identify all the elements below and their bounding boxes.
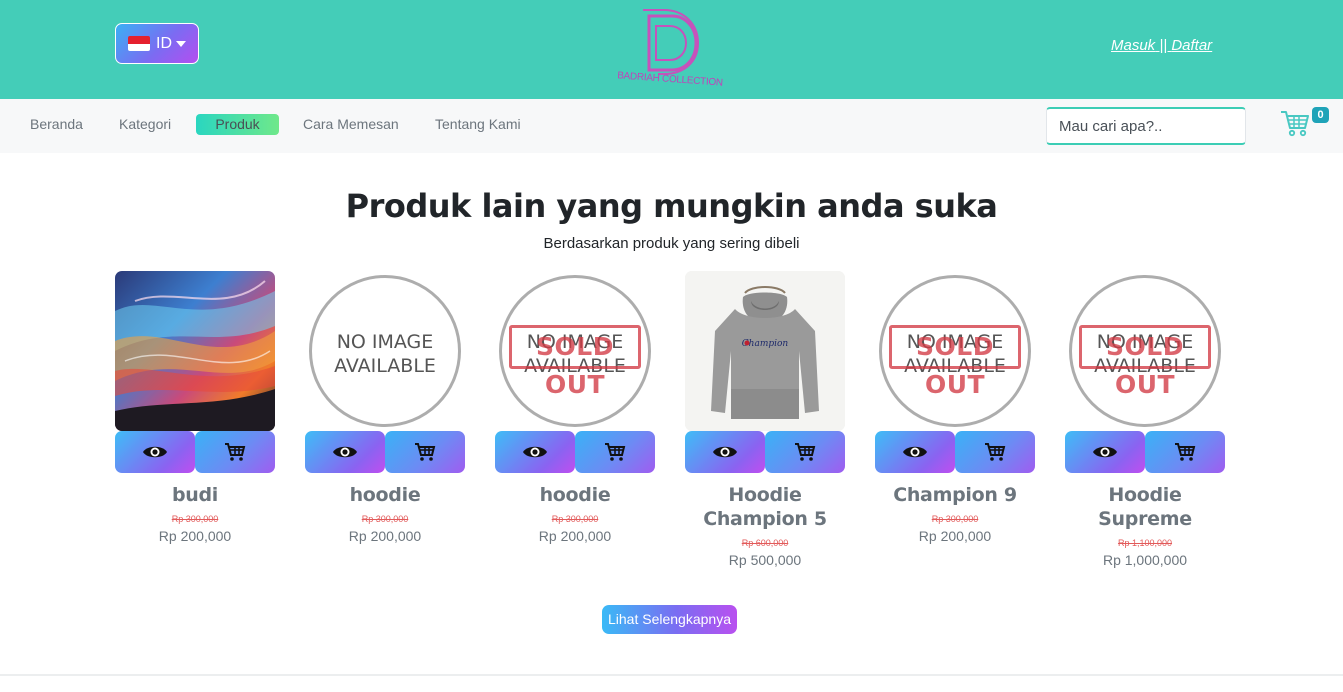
product-name[interactable]: budi xyxy=(115,483,275,507)
product-name[interactable]: Champion 9 xyxy=(875,483,1035,507)
add-to-cart-button[interactable] xyxy=(765,431,845,473)
product-image[interactable]: NO IMAGE AVAILABLE SOLD OUT xyxy=(495,271,655,431)
product-old-price: Rp 300,000 xyxy=(171,514,219,524)
product-painting-image xyxy=(115,271,275,431)
cart-icon xyxy=(1281,111,1309,137)
auth-separator: || xyxy=(1155,37,1172,54)
product-image[interactable]: NO IMAGE AVAILABLE SOLD OUT xyxy=(875,271,1035,431)
nav-item-produk[interactable]: Produk xyxy=(196,114,279,135)
nav-item-kategori[interactable]: Kategori xyxy=(119,114,171,135)
see-more-button[interactable]: Lihat Selengkapnya xyxy=(602,605,737,634)
cart-button[interactable]: 0 xyxy=(1280,107,1330,141)
sold-out-stamp: SOLD OUT xyxy=(889,325,1021,399)
eye-icon xyxy=(1093,446,1117,458)
product-old-price: Rp 300,000 xyxy=(551,514,599,524)
product-name[interactable]: hoodie xyxy=(495,483,655,507)
sold-out-stamp: SOLD OUT xyxy=(509,325,641,399)
auth-links: Masuk || Daftar xyxy=(1111,37,1212,54)
product-card: NO IMAGE AVAILABLE hoodie Rp 300,000 Rp … xyxy=(305,271,465,544)
product-card: Champion Hoodie Champion 5 Rp 600,000 Rp… xyxy=(685,271,845,568)
nav-item-tentang-kami[interactable]: Tentang Kami xyxy=(435,114,521,135)
add-to-cart-button[interactable] xyxy=(1145,431,1225,473)
add-to-cart-button[interactable] xyxy=(385,431,465,473)
indonesia-flag-icon xyxy=(128,36,150,51)
eye-icon xyxy=(333,446,357,458)
brand-logo[interactable]: BADRIAH COLLECTION xyxy=(612,8,728,94)
cart-icon xyxy=(985,443,1006,461)
language-label: ID xyxy=(156,34,172,52)
cart-icon xyxy=(795,443,816,461)
product-price: Rp 500,000 xyxy=(728,552,802,568)
product-old-price: Rp 1,100,000 xyxy=(1117,538,1173,548)
product-image[interactable]: NO IMAGE AVAILABLE SOLD OUT xyxy=(1065,271,1225,431)
register-link[interactable]: Daftar xyxy=(1171,37,1212,54)
product-old-price: Rp 600,000 xyxy=(741,538,789,548)
search-input[interactable]: Mau cari apa?.. xyxy=(1046,107,1246,145)
product-price: Rp 200,000 xyxy=(158,528,232,544)
nav-item-beranda[interactable]: Beranda xyxy=(30,114,83,135)
eye-icon xyxy=(713,446,737,458)
no-image-text: NO IMAGE AVAILABLE xyxy=(334,331,436,377)
view-product-button[interactable] xyxy=(685,431,765,473)
product-card: budi Rp 300,000 Rp 200,000 xyxy=(115,271,275,544)
language-dropdown[interactable]: ID xyxy=(115,23,199,64)
add-to-cart-button[interactable] xyxy=(195,431,275,473)
product-card: NO IMAGE AVAILABLE SOLD OUT Hoodie Supre… xyxy=(1065,271,1225,568)
product-old-price: Rp 300,000 xyxy=(931,514,979,524)
login-link[interactable]: Masuk xyxy=(1111,37,1155,54)
product-image[interactable] xyxy=(115,271,275,431)
section-subtitle: Berdasarkan produk yang sering dibeli xyxy=(543,235,800,252)
product-name[interactable]: hoodie xyxy=(305,483,465,507)
product-price: Rp 1,000,000 xyxy=(1102,552,1188,568)
product-image[interactable]: Champion xyxy=(685,271,845,431)
view-product-button[interactable] xyxy=(495,431,575,473)
eye-icon xyxy=(523,446,547,458)
product-price: Rp 200,000 xyxy=(918,528,992,544)
nav-item-cara-memesan[interactable]: Cara Memesan xyxy=(303,114,399,135)
footer-divider xyxy=(0,674,1343,676)
brand-logo-icon xyxy=(643,9,700,75)
add-to-cart-button[interactable] xyxy=(955,431,1035,473)
cart-icon xyxy=(415,443,436,461)
cart-icon xyxy=(225,443,246,461)
sold-out-stamp: SOLD OUT xyxy=(1079,325,1211,399)
product-name[interactable]: Hoodie Champion 5 xyxy=(685,483,845,531)
product-price: Rp 200,000 xyxy=(538,528,612,544)
add-to-cart-button[interactable] xyxy=(575,431,655,473)
product-card: NO IMAGE AVAILABLE SOLD OUT Champion 9 R… xyxy=(875,271,1035,544)
section-title: Produk lain yang mungkin anda suka xyxy=(345,187,998,225)
caret-down-icon xyxy=(176,40,186,47)
product-card: NO IMAGE AVAILABLE SOLD OUT hoodie Rp 30… xyxy=(495,271,655,544)
cart-icon xyxy=(605,443,626,461)
view-product-button[interactable] xyxy=(305,431,385,473)
cart-count-badge: 0 xyxy=(1312,107,1329,123)
product-hoodie-image: Champion xyxy=(685,271,845,431)
eye-icon xyxy=(143,446,167,458)
top-header: ID BADRIAH COLLECTION Masuk || Daftar xyxy=(0,0,1343,99)
view-product-button[interactable] xyxy=(115,431,195,473)
product-name[interactable]: Hoodie Supreme xyxy=(1065,483,1225,531)
view-product-button[interactable] xyxy=(1065,431,1145,473)
product-price: Rp 200,000 xyxy=(348,528,422,544)
eye-icon xyxy=(903,446,927,458)
main-navbar: Beranda Kategori Produk Cara Memesan Ten… xyxy=(0,99,1343,153)
product-old-price: Rp 300,000 xyxy=(361,514,409,524)
cart-icon xyxy=(1175,443,1196,461)
product-image[interactable]: NO IMAGE AVAILABLE xyxy=(305,271,465,431)
view-product-button[interactable] xyxy=(875,431,955,473)
